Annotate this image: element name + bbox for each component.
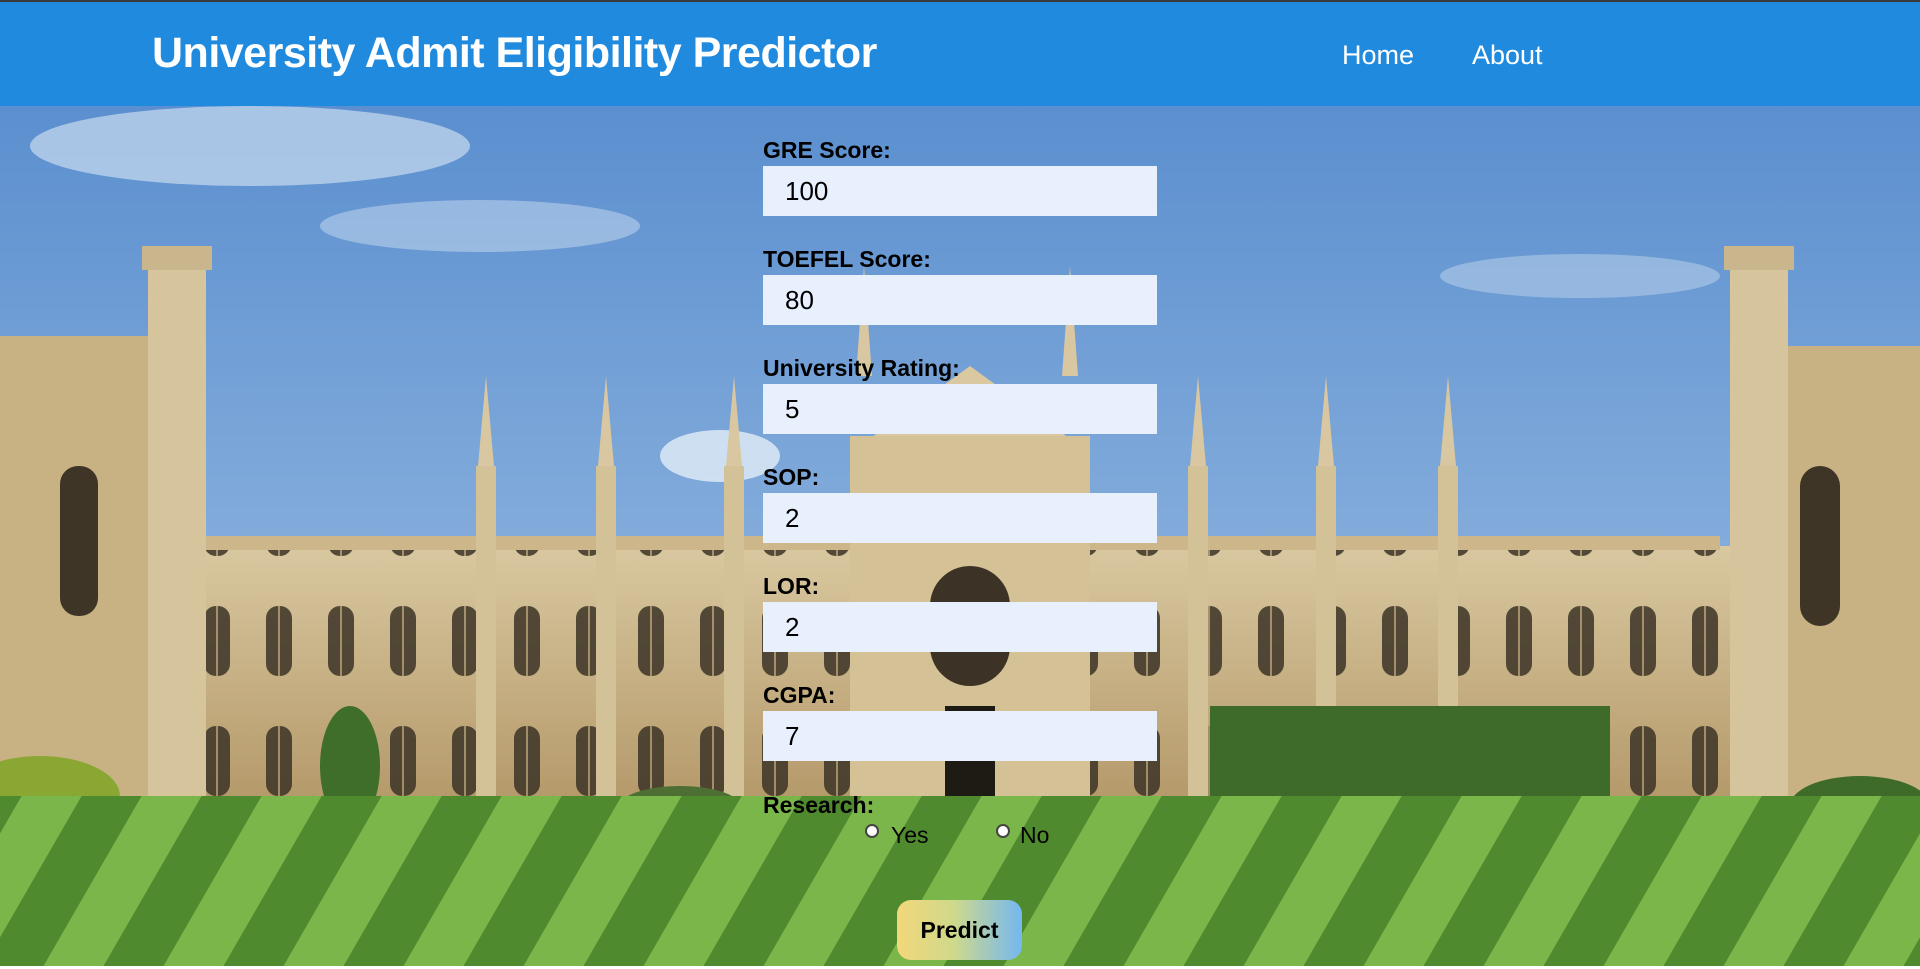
lor-label: LOR: xyxy=(763,573,820,599)
gre-label: GRE Score: xyxy=(763,137,891,163)
gre-input[interactable] xyxy=(763,166,1157,216)
lor-input[interactable] xyxy=(763,602,1157,652)
sop-label: SOP: xyxy=(763,464,820,490)
research-yes-radio[interactable] xyxy=(865,824,879,838)
app-title: University Admit Eligibility Predictor xyxy=(152,29,877,77)
predict-button[interactable]: Predict xyxy=(897,900,1022,960)
research-yes-label: Yes xyxy=(891,822,929,848)
cgpa-input[interactable] xyxy=(763,711,1157,761)
cgpa-label: CGPA: xyxy=(763,682,836,708)
research-no-radio[interactable] xyxy=(996,824,1010,838)
navbar: University Admit Eligibility Predictor H… xyxy=(0,2,1920,106)
toefl-label: TOEFEL Score: xyxy=(763,246,931,272)
research-no-label: No xyxy=(1020,822,1050,848)
research-label: Research: xyxy=(763,792,875,818)
sop-input[interactable] xyxy=(763,493,1157,543)
toefl-input[interactable] xyxy=(763,275,1157,325)
research-radio-group: Yes No xyxy=(763,822,1163,852)
nav-link-home[interactable]: Home xyxy=(1342,40,1414,71)
university-rating-input[interactable] xyxy=(763,384,1157,434)
nav-link-about[interactable]: About xyxy=(1472,40,1543,71)
university-rating-label: University Rating: xyxy=(763,355,960,381)
